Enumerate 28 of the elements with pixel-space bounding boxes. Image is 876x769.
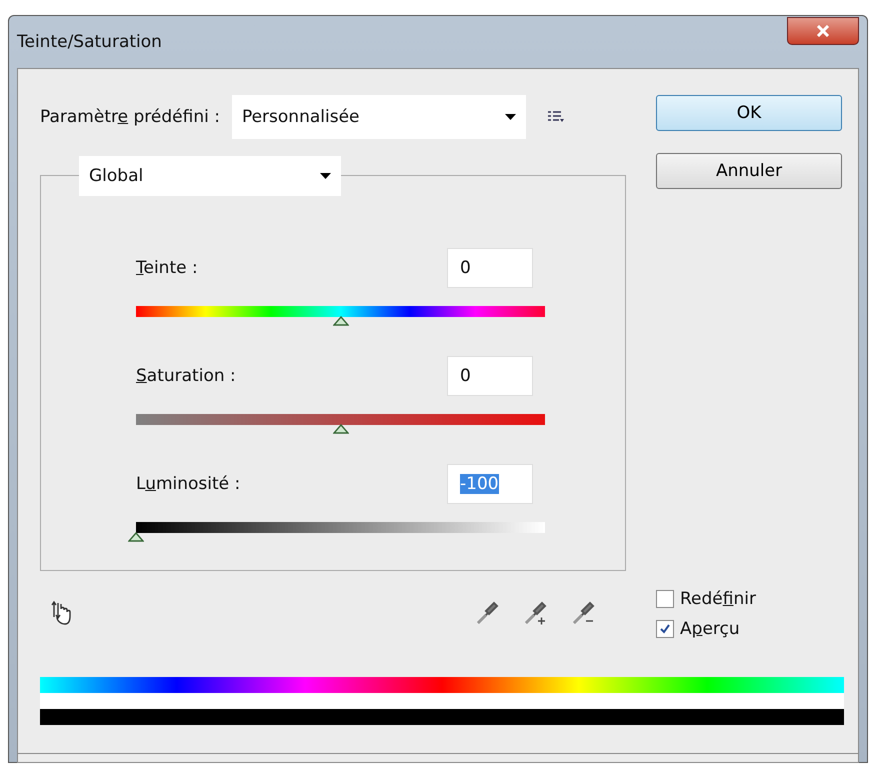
- slider-label: Teinte :: [136, 258, 198, 278]
- eyedropper-plus-icon[interactable]: [522, 599, 548, 627]
- checkbox[interactable]: [656, 620, 674, 638]
- eyedropper-icon[interactable]: [474, 599, 500, 627]
- value-field[interactable]: 0: [447, 356, 533, 396]
- value-field[interactable]: 0: [447, 248, 533, 288]
- preset-dropdown[interactable]: Personnalisée: [232, 95, 526, 139]
- checkmark-icon: [659, 623, 671, 635]
- checkbox[interactable]: [656, 590, 674, 608]
- channel-dropdown[interactable]: Global: [79, 156, 341, 196]
- slider-thumb[interactable]: [332, 424, 348, 434]
- slider-label: Saturation :: [136, 366, 236, 386]
- caret-icon: [320, 173, 331, 179]
- value-field[interactable]: -100: [447, 464, 533, 504]
- window-title: Teinte/Saturation: [17, 32, 162, 52]
- menu-icon[interactable]: [548, 111, 564, 123]
- checkbox-label: Redéfinir: [680, 589, 756, 609]
- ok-button[interactable]: OK: [656, 95, 842, 131]
- slider-thumb[interactable]: [128, 532, 144, 542]
- checkbox-label: Aperçu: [680, 619, 740, 639]
- close-icon: [816, 25, 830, 37]
- cancel-button[interactable]: Annuler: [656, 153, 842, 189]
- close-button[interactable]: [787, 17, 859, 45]
- preset-label: Paramètre prédéfini :: [40, 107, 220, 127]
- eyedropper-minus-icon[interactable]: [570, 599, 596, 627]
- slider-label: Luminosité :: [136, 474, 240, 494]
- caret-icon: [504, 114, 516, 120]
- slider-thumb[interactable]: [332, 316, 348, 326]
